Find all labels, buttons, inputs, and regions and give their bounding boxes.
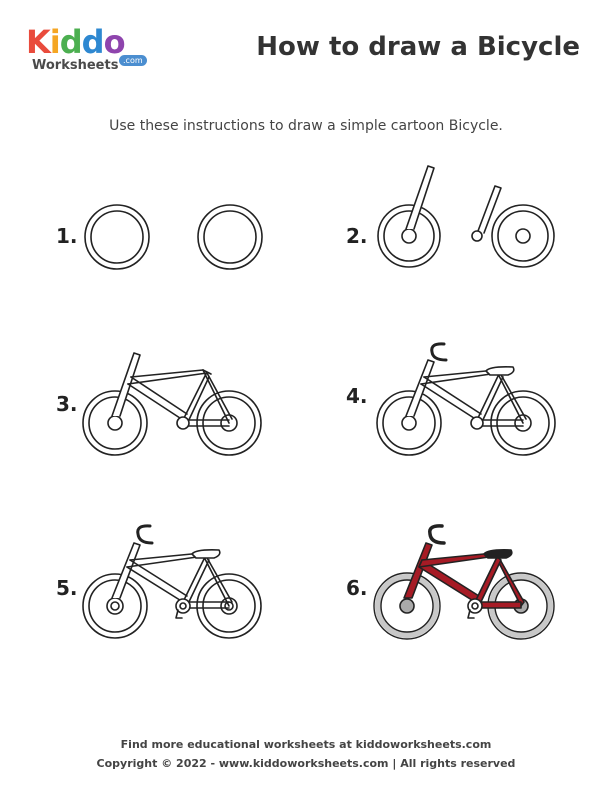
step2-rear-wheel-outer	[491, 204, 555, 268]
step1-wheel-right-outer	[197, 204, 263, 270]
step2-small-fork	[477, 185, 502, 234]
step1-wheel-left-outer	[84, 204, 150, 270]
step-1-drawing	[84, 204, 263, 270]
step2-pedal-hub	[471, 230, 483, 242]
step-3-drawing	[82, 352, 262, 456]
step2-rear-wheel-inner	[497, 210, 549, 262]
step-2-drawing	[377, 165, 555, 268]
drawing-steps-art	[82, 165, 556, 640]
step2-front-hub	[401, 228, 417, 244]
step-4-drawing	[376, 342, 556, 456]
step2-rear-hub	[515, 228, 531, 244]
step-6-drawing	[373, 524, 555, 640]
step1-wheel-right-inner	[203, 210, 257, 264]
footer-copyright-text: Copyright © 2022 - www.kiddoworksheets.c…	[96, 757, 516, 770]
step-5-drawing	[82, 524, 262, 639]
step2-front-fork	[405, 165, 435, 230]
step1-wheel-left-inner	[90, 210, 144, 264]
footer-promo-text: Find more educational worksheets at kidd…	[120, 738, 492, 751]
